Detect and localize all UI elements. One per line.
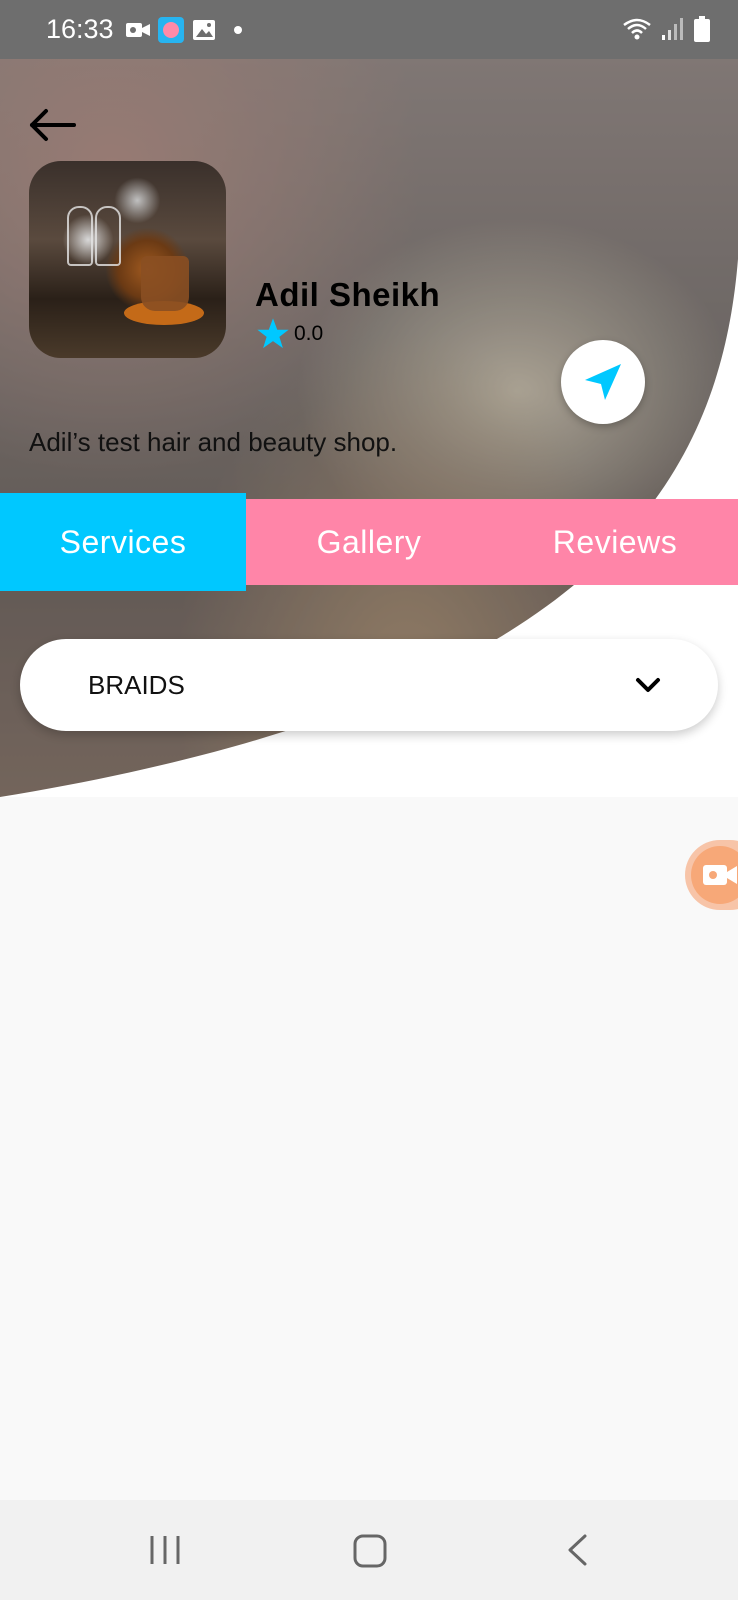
shop-photo (29, 161, 226, 358)
status-indicators (622, 16, 710, 42)
navigate-button[interactable] (561, 340, 645, 424)
service-category-dropdown[interactable]: BRAIDS (20, 639, 718, 731)
app-notification-icon (157, 16, 184, 43)
more-notifications-dot-icon (233, 25, 242, 34)
shop-rating: 0.0 (256, 317, 323, 351)
star-icon (257, 318, 289, 349)
status-time: 16:33 (46, 14, 114, 44)
video-notification-icon (125, 22, 150, 37)
home-icon[interactable] (352, 1533, 388, 1569)
rating-value: 0.0 (294, 322, 324, 345)
chevron-down-icon (636, 678, 660, 692)
dropdown-selected-value: BRAIDS (88, 669, 185, 700)
signal-icon (662, 18, 683, 40)
video-call-button[interactable] (685, 840, 738, 910)
video-camera-icon (703, 865, 737, 885)
recent-apps-icon[interactable] (148, 1533, 182, 1567)
system-navigation-bar (0, 1500, 738, 1600)
battery-icon (694, 16, 710, 42)
wifi-icon (623, 18, 651, 40)
shop-name: Adil Sheikh (255, 276, 441, 313)
shop-header: Adil Sheikh 0.0 Adil’s test hair and bea… (0, 59, 738, 797)
shop-description: Adil’s test hair and beauty shop. (29, 427, 398, 457)
status-bar: 16:33 (0, 0, 738, 59)
navigation-arrow-icon (585, 364, 621, 400)
tab-bar: Services Gallery Reviews (0, 493, 738, 593)
tab-reviews[interactable]: Reviews (492, 499, 738, 585)
gallery-notification-icon (192, 19, 215, 40)
tab-services[interactable]: Services (0, 493, 246, 591)
back-arrow-icon[interactable] (28, 107, 78, 143)
system-back-icon[interactable] (565, 1533, 589, 1567)
tab-gallery[interactable]: Gallery (246, 499, 492, 585)
